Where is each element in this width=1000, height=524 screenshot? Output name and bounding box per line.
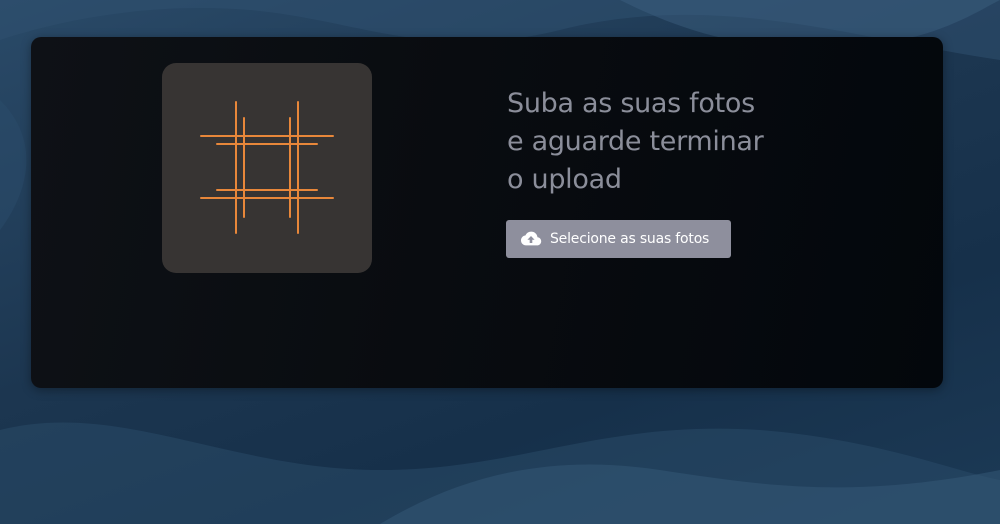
headline-line-1: Suba as suas fotos [507,88,755,119]
select-photos-label: Selecione as suas fotos [550,231,710,247]
hash-grid-logo-icon [200,101,334,234]
upload-headline: Suba as suas fotos e aguarde terminar o … [507,85,847,199]
cloud-upload-icon [520,230,542,248]
select-photos-button[interactable]: Selecione as suas fotos [506,220,731,258]
headline-line-3: o upload [507,164,622,195]
logo-tile [162,63,372,273]
upload-card: Suba as suas fotos e aguarde terminar o … [31,37,943,388]
headline-line-2: e aguarde terminar [507,126,764,157]
